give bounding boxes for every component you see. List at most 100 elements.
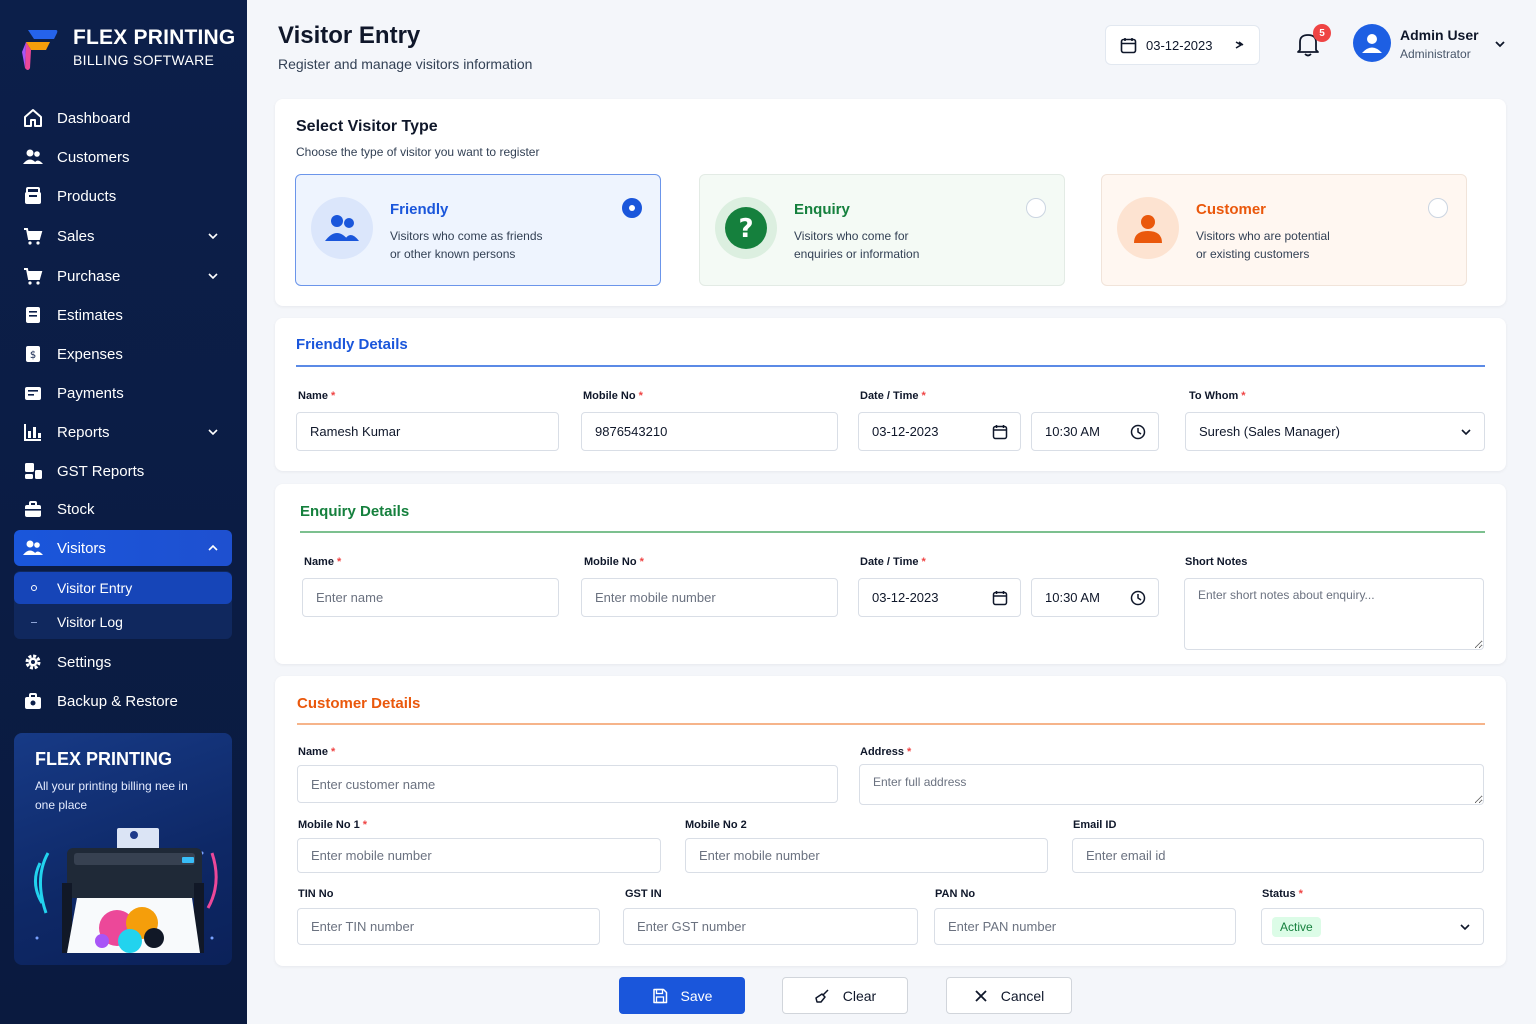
chevron-down-icon[interactable]	[1494, 39, 1506, 49]
sidebar-item-settings[interactable]: Settings	[14, 644, 232, 680]
save-button[interactable]: Save	[619, 977, 745, 1014]
eraser-icon	[814, 988, 830, 1004]
customer-details-title: Customer Details	[297, 695, 421, 712]
wallet-icon	[23, 383, 43, 403]
customer-tin-input[interactable]	[297, 908, 600, 945]
customer-mobile2-input[interactable]	[685, 838, 1048, 873]
visitor-type-title: Friendly	[390, 201, 449, 218]
visitor-type-card: Select Visitor Type Choose the type of v…	[275, 99, 1506, 306]
customer-name-input[interactable]	[297, 765, 838, 803]
friendly-mobile-input[interactable]: 9876543210	[581, 412, 838, 451]
sidebar-item-label: Visitors	[57, 539, 106, 557]
sidebar-item-label: Dashboard	[57, 109, 131, 127]
sidebar-subitem-visitor-entry[interactable]: Visitor Entry	[14, 572, 232, 604]
header-date: 03-12-2023	[1146, 37, 1213, 53]
arrow-right-icon	[1235, 41, 1244, 49]
label-mobile1: Mobile No 1 *	[298, 819, 368, 831]
label-gst: GST IN	[625, 888, 662, 900]
label-mobile: Mobile No *	[584, 556, 644, 568]
customer-email-input[interactable]	[1072, 838, 1484, 873]
visitor-type-friendly[interactable]: Friendly Visitors who come as friends or…	[295, 174, 661, 286]
friendly-date-input[interactable]: 03-12-2023	[858, 412, 1021, 451]
sidebar-item-sales[interactable]: Sales	[14, 218, 232, 254]
page-title: Visitor Entry	[278, 22, 421, 49]
notification-badge: 5	[1313, 24, 1331, 42]
sidebar-item-label: Expenses	[57, 345, 123, 363]
brand[interactable]: FLEX PRINTING BILLING SOFTWARE	[22, 24, 235, 74]
radio-selected[interactable]	[622, 198, 642, 218]
sidebar-item-label: GST Reports	[57, 462, 145, 480]
label-name: Name *	[298, 390, 336, 402]
visitor-type-enquiry[interactable]: ? Enquiry Visitors who come for enquirie…	[699, 174, 1065, 286]
customer-status-select[interactable]: Active	[1261, 908, 1484, 945]
visitor-type-customer[interactable]: Customer Visitors who are potential or e…	[1101, 174, 1467, 286]
enquiry-name-input[interactable]	[302, 578, 559, 617]
stock-icon	[23, 499, 43, 519]
bullet-icon	[31, 585, 37, 591]
sidebar-item-expenses[interactable]: $ Expenses	[14, 336, 232, 372]
page-subtitle: Register and manage visitors information	[278, 56, 533, 72]
chevron-down-icon	[1460, 924, 1470, 931]
enquiry-time-input[interactable]: 10:30 AM	[1031, 578, 1159, 617]
sidebar-item-purchase[interactable]: Purchase	[14, 258, 232, 294]
enquiry-mobile-input[interactable]	[581, 578, 838, 617]
brand-subtitle: BILLING SOFTWARE	[73, 52, 215, 68]
chevron-up-icon	[208, 544, 218, 551]
label-to-whom: To Whom *	[1189, 390, 1246, 402]
sidebar-item-gst-reports[interactable]: GST Reports	[14, 453, 232, 489]
clock-icon	[1130, 590, 1146, 606]
calendar-icon	[992, 425, 1008, 440]
sidebar-item-estimates[interactable]: Estimates	[14, 297, 232, 333]
customer-pan-input[interactable]	[934, 908, 1236, 945]
user-avatar[interactable]	[1353, 24, 1391, 62]
sidebar-item-reports[interactable]: Reports	[14, 414, 232, 450]
users-icon	[23, 538, 43, 558]
sidebar-item-dashboard[interactable]: Dashboard	[14, 100, 232, 136]
friendly-details-title: Friendly Details	[296, 336, 408, 353]
customer-gst-input[interactable]	[623, 908, 918, 945]
status-badge: Active	[1272, 916, 1321, 937]
sidebar-item-label: Settings	[57, 653, 112, 671]
enquiry-notes-textarea[interactable]	[1184, 578, 1484, 650]
sidebar-item-backup-restore[interactable]: Backup & Restore	[14, 683, 232, 719]
sidebar-item-label: Payments	[57, 384, 124, 402]
calendar-icon	[1120, 37, 1137, 53]
section-divider	[300, 531, 1485, 533]
friendly-time-input[interactable]: 10:30 AM	[1031, 412, 1159, 451]
gst-icon	[23, 461, 43, 481]
promo-title: FLEX PRINTING	[35, 749, 173, 769]
to-whom-select[interactable]: Suresh (Sales Manager)	[1185, 412, 1485, 451]
sidebar-item-visitors[interactable]: Visitors	[14, 530, 232, 566]
customer-mobile1-input[interactable]	[297, 838, 661, 873]
customer-address-textarea[interactable]	[859, 764, 1484, 805]
radio-unselected[interactable]	[1428, 198, 1448, 218]
label-address: Address *	[860, 746, 912, 758]
bar-chart-icon	[23, 422, 43, 442]
sidebar-item-label: Estimates	[57, 306, 123, 324]
label-name: Name *	[298, 746, 336, 758]
chevron-down-icon	[208, 273, 218, 280]
sidebar-item-label: Customers	[57, 148, 130, 166]
clear-button[interactable]: Clear	[782, 977, 908, 1014]
sidebar-item-stock[interactable]: Stock	[14, 491, 232, 527]
label-pan: PAN No	[935, 888, 976, 900]
sidebar-subitem-visitor-log[interactable]: Visitor Log	[14, 606, 232, 638]
cancel-button[interactable]: Cancel	[946, 977, 1072, 1014]
user-name[interactable]: Admin User	[1400, 27, 1479, 43]
calendar-icon	[992, 591, 1008, 606]
radio-unselected[interactable]	[1026, 198, 1046, 218]
sidebar-item-label: Purchase	[57, 267, 121, 285]
label-datetime: Date / Time *	[860, 556, 926, 568]
user-icon	[1362, 34, 1382, 53]
label-mobile2: Mobile No 2	[685, 819, 747, 831]
header-date-picker[interactable]: 03-12-2023	[1105, 25, 1260, 65]
enquiry-details-title: Enquiry Details	[300, 503, 410, 520]
visitor-type-title: Select Visitor Type	[296, 118, 438, 135]
sidebar-item-payments[interactable]: Payments	[14, 375, 232, 411]
sidebar-item-customers[interactable]: Customers	[14, 139, 232, 175]
label-datetime: Date / Time *	[860, 390, 926, 402]
friendly-name-input[interactable]: Ramesh Kumar	[296, 412, 559, 451]
sidebar-item-products[interactable]: Products	[14, 178, 232, 214]
sidebar: FLEX PRINTING BILLING SOFTWARE Dashboard…	[0, 0, 247, 1024]
enquiry-date-input[interactable]: 03-12-2023	[858, 578, 1021, 617]
